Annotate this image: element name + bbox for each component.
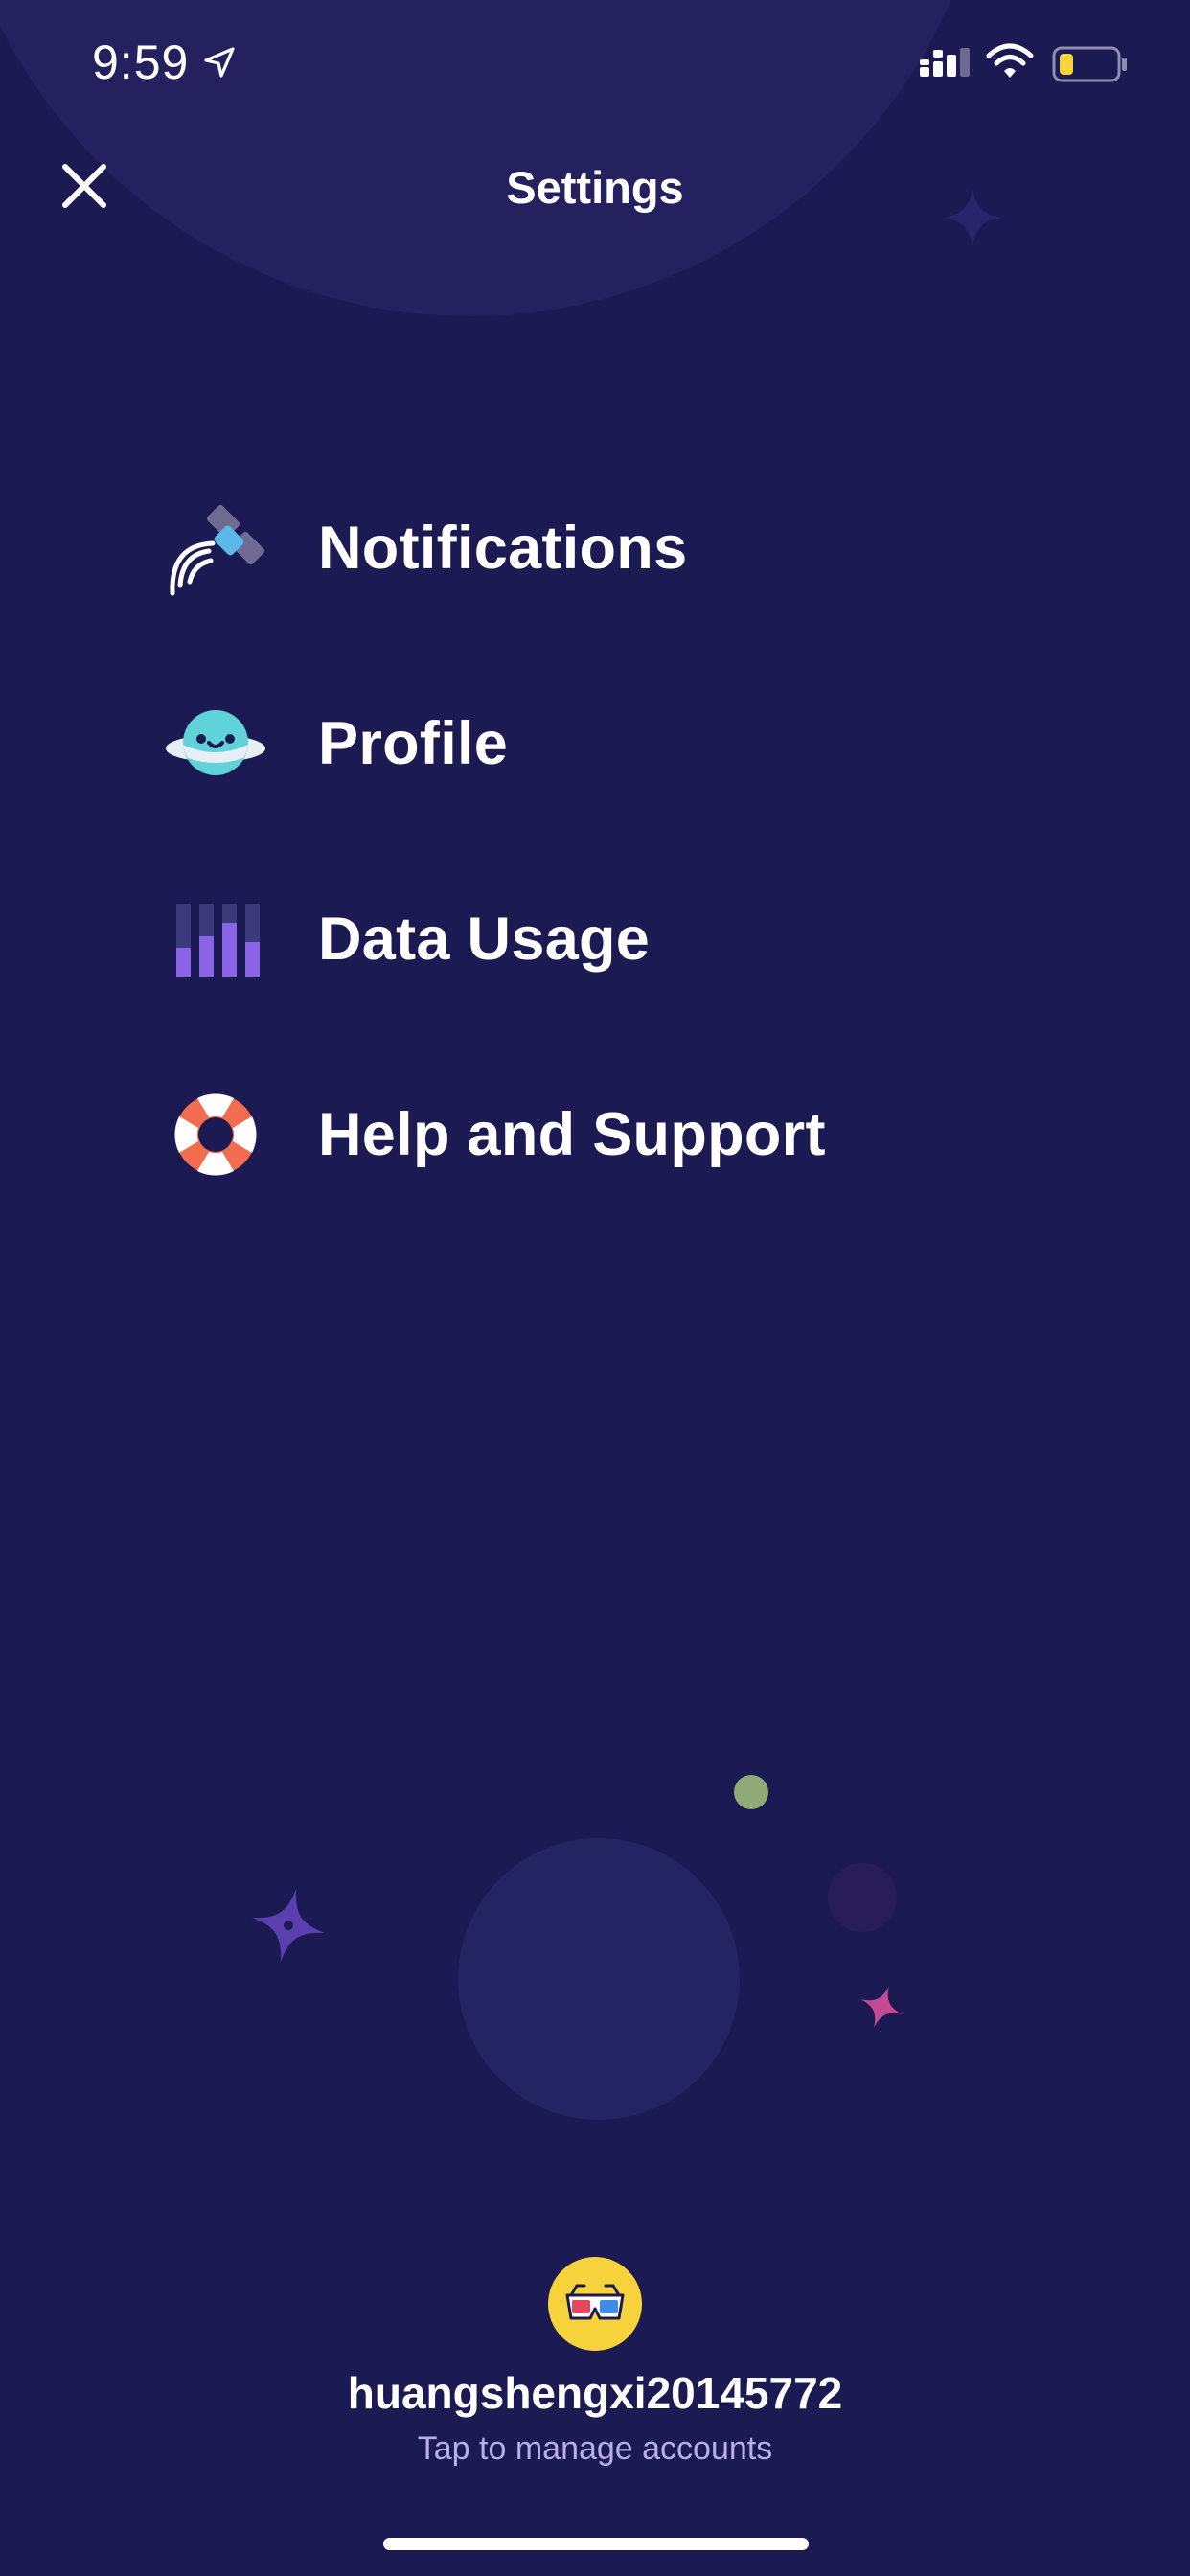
pink-star-icon (860, 1986, 903, 2028)
menu-item-label: Data Usage (318, 906, 651, 973)
cellular-signal-icon (920, 48, 970, 77)
3d-glasses-icon (565, 2284, 625, 2320)
settings-menu: Notifications Profile Data Usage Help an… (163, 450, 1121, 1232)
status-bar: 9:59 (0, 0, 1190, 134)
menu-item-label: Notifications (318, 515, 688, 582)
account-username[interactable]: huangshengxi20145772 (0, 2367, 1190, 2419)
life-ring-icon (163, 1082, 268, 1187)
status-time: 9:59 (92, 35, 190, 89)
green-dot (734, 1775, 768, 1809)
settings-screen: 9:59 Settings Notifications Profile Data… (0, 0, 1190, 2576)
wifi-icon (986, 43, 1034, 78)
menu-item-notifications[interactable]: Notifications (163, 450, 1121, 646)
background-planet-bottom (458, 1838, 740, 2120)
menu-item-label: Profile (318, 710, 509, 777)
manage-accounts-link[interactable]: Tap to manage accounts (0, 2430, 1190, 2468)
satellite-icon (163, 495, 268, 601)
planet-face-icon (163, 691, 268, 796)
bar-chart-icon (163, 886, 268, 992)
purple-star-icon (251, 1888, 326, 1963)
menu-item-label: Help and Support (318, 1101, 826, 1168)
avatar-button[interactable] (548, 2257, 642, 2351)
menu-item-profile[interactable]: Profile (163, 646, 1121, 841)
faint-planet-dot (828, 1863, 897, 1932)
location-arrow-icon (204, 47, 235, 78)
menu-item-data-usage[interactable]: Data Usage (163, 841, 1121, 1037)
menu-item-help[interactable]: Help and Support (163, 1037, 1121, 1232)
page-title: Settings (506, 162, 684, 213)
home-indicator[interactable] (383, 2538, 809, 2550)
battery-low-icon (1052, 46, 1127, 82)
